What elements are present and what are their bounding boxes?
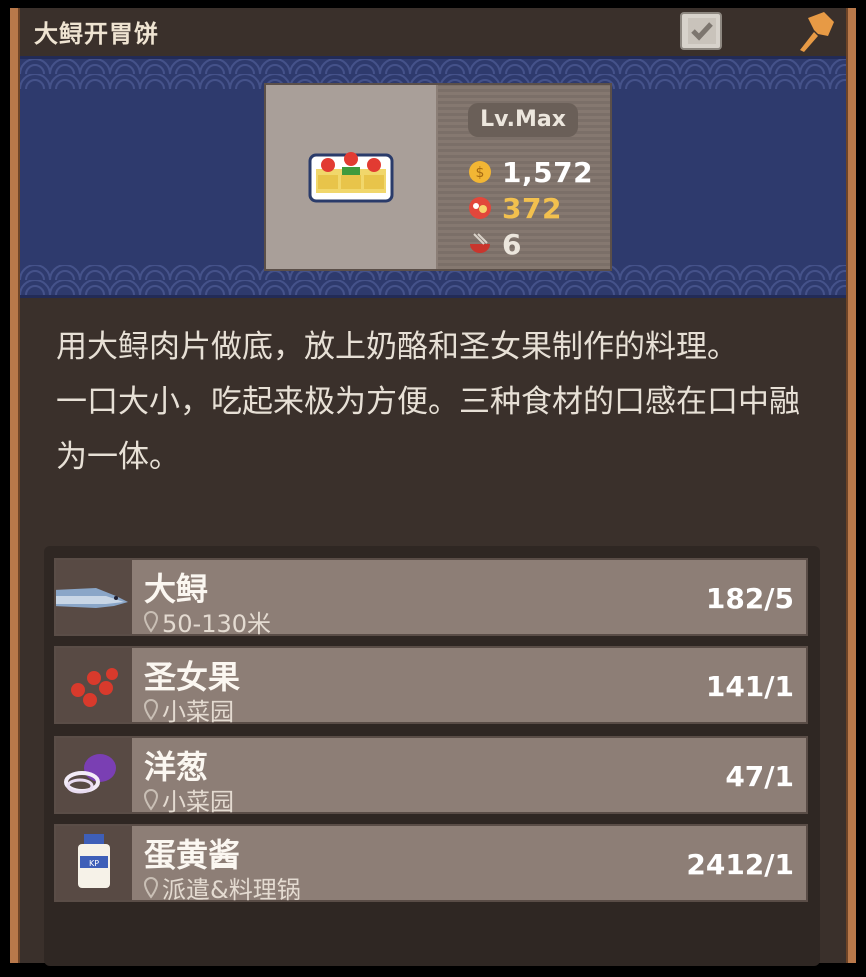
taste-icon xyxy=(469,197,491,219)
taste-value: 372 xyxy=(502,191,562,225)
ingredient-location-text: 小菜园 xyxy=(162,698,234,726)
frame-left xyxy=(0,0,10,977)
check-icon xyxy=(688,18,716,44)
frame-top xyxy=(0,0,866,8)
description-line-2: 一口大小，吃起来极为方便。三种食材的口感在口中融为一体。 xyxy=(56,384,800,475)
description-line-1: 用大鲟肉片做底，放上奶酪和圣女果制作的料理。 xyxy=(56,329,738,365)
item-image-box xyxy=(266,85,436,269)
bowl-icon xyxy=(470,233,490,253)
frame-right xyxy=(856,0,866,977)
mayo-icon: KP xyxy=(78,834,110,888)
item-banner: Lv.Max $ 1,572 372 6 xyxy=(20,56,846,298)
ingredients-list: 大鲟 50-130米 182/5 圣女果 小菜园 141/1 洋葱 小菜园 47… xyxy=(44,546,820,966)
ingredient-row[interactable]: 圣女果 小菜园 141/1 xyxy=(54,646,808,727)
ingredient-count: 141/1 xyxy=(705,670,794,703)
coin-icon: $ xyxy=(469,161,491,183)
servings-row: 6 xyxy=(468,227,522,261)
ingredient-count: 2412/1 xyxy=(686,848,794,881)
recipe-panel: 大鲟开胃饼 Lv.Max $ 1,572 372 6 用大鲟肉片做底，放上奶酪和… xyxy=(0,0,866,977)
recipe-title: 大鲟开胃饼 xyxy=(34,20,159,48)
ingredient-row[interactable]: 大鲟 50-130米 182/5 xyxy=(52,558,808,639)
svg-text:$: $ xyxy=(476,165,485,181)
check-button[interactable] xyxy=(680,12,722,50)
level-badge: Lv.Max xyxy=(468,103,578,137)
tomato-icon xyxy=(71,668,118,707)
ingredient-location-text: 小菜园 xyxy=(162,788,234,816)
price-value: 1,572 xyxy=(502,155,594,189)
location-pin-icon xyxy=(144,610,158,633)
ingredient-count: 182/5 xyxy=(705,582,794,615)
price-row: $ 1,572 xyxy=(468,155,593,189)
ingredient-thumb xyxy=(56,648,132,722)
ingredient-count: 47/1 xyxy=(725,760,794,793)
ingredient-location-text: 50-130米 xyxy=(162,610,272,638)
fish-icon xyxy=(52,588,128,608)
ingredient-location: 小菜园 xyxy=(144,692,234,727)
ingredient-row[interactable]: KP 蛋黄酱 派遣&料理锅 2412/1 xyxy=(54,824,808,905)
location-pin-icon xyxy=(144,788,158,811)
recipe-description: 用大鲟肉片做底，放上奶酪和圣女果制作的料理。 一口大小，吃起来极为方便。三种食材… xyxy=(56,320,806,485)
item-card: Lv.Max $ 1,572 372 6 xyxy=(264,83,612,271)
pin-icon[interactable] xyxy=(788,10,838,54)
location-pin-icon xyxy=(144,876,158,899)
svg-text:KP: KP xyxy=(89,859,99,868)
ingredient-location: 50-130米 xyxy=(144,604,271,639)
title-bar: 大鲟开胃饼 xyxy=(20,8,846,56)
taste-row: 372 xyxy=(468,191,562,225)
rail-left xyxy=(10,8,20,963)
onion-icon xyxy=(64,754,116,794)
ingredient-thumb: KP xyxy=(56,826,132,900)
servings-value: 6 xyxy=(502,227,522,261)
ingredient-row[interactable]: 洋葱 小菜园 47/1 xyxy=(54,736,808,817)
ingredient-thumb xyxy=(52,560,132,634)
ingredient-location: 小菜园 xyxy=(144,782,234,817)
rail-right xyxy=(846,8,856,963)
dish-icon xyxy=(308,152,394,203)
location-pin-icon xyxy=(144,698,158,721)
ingredient-thumb xyxy=(56,738,132,812)
item-stats: Lv.Max $ 1,572 372 6 xyxy=(438,85,610,269)
ingredient-location-text: 派遣&料理锅 xyxy=(162,876,301,904)
ingredient-location: 派遣&料理锅 xyxy=(144,870,301,905)
